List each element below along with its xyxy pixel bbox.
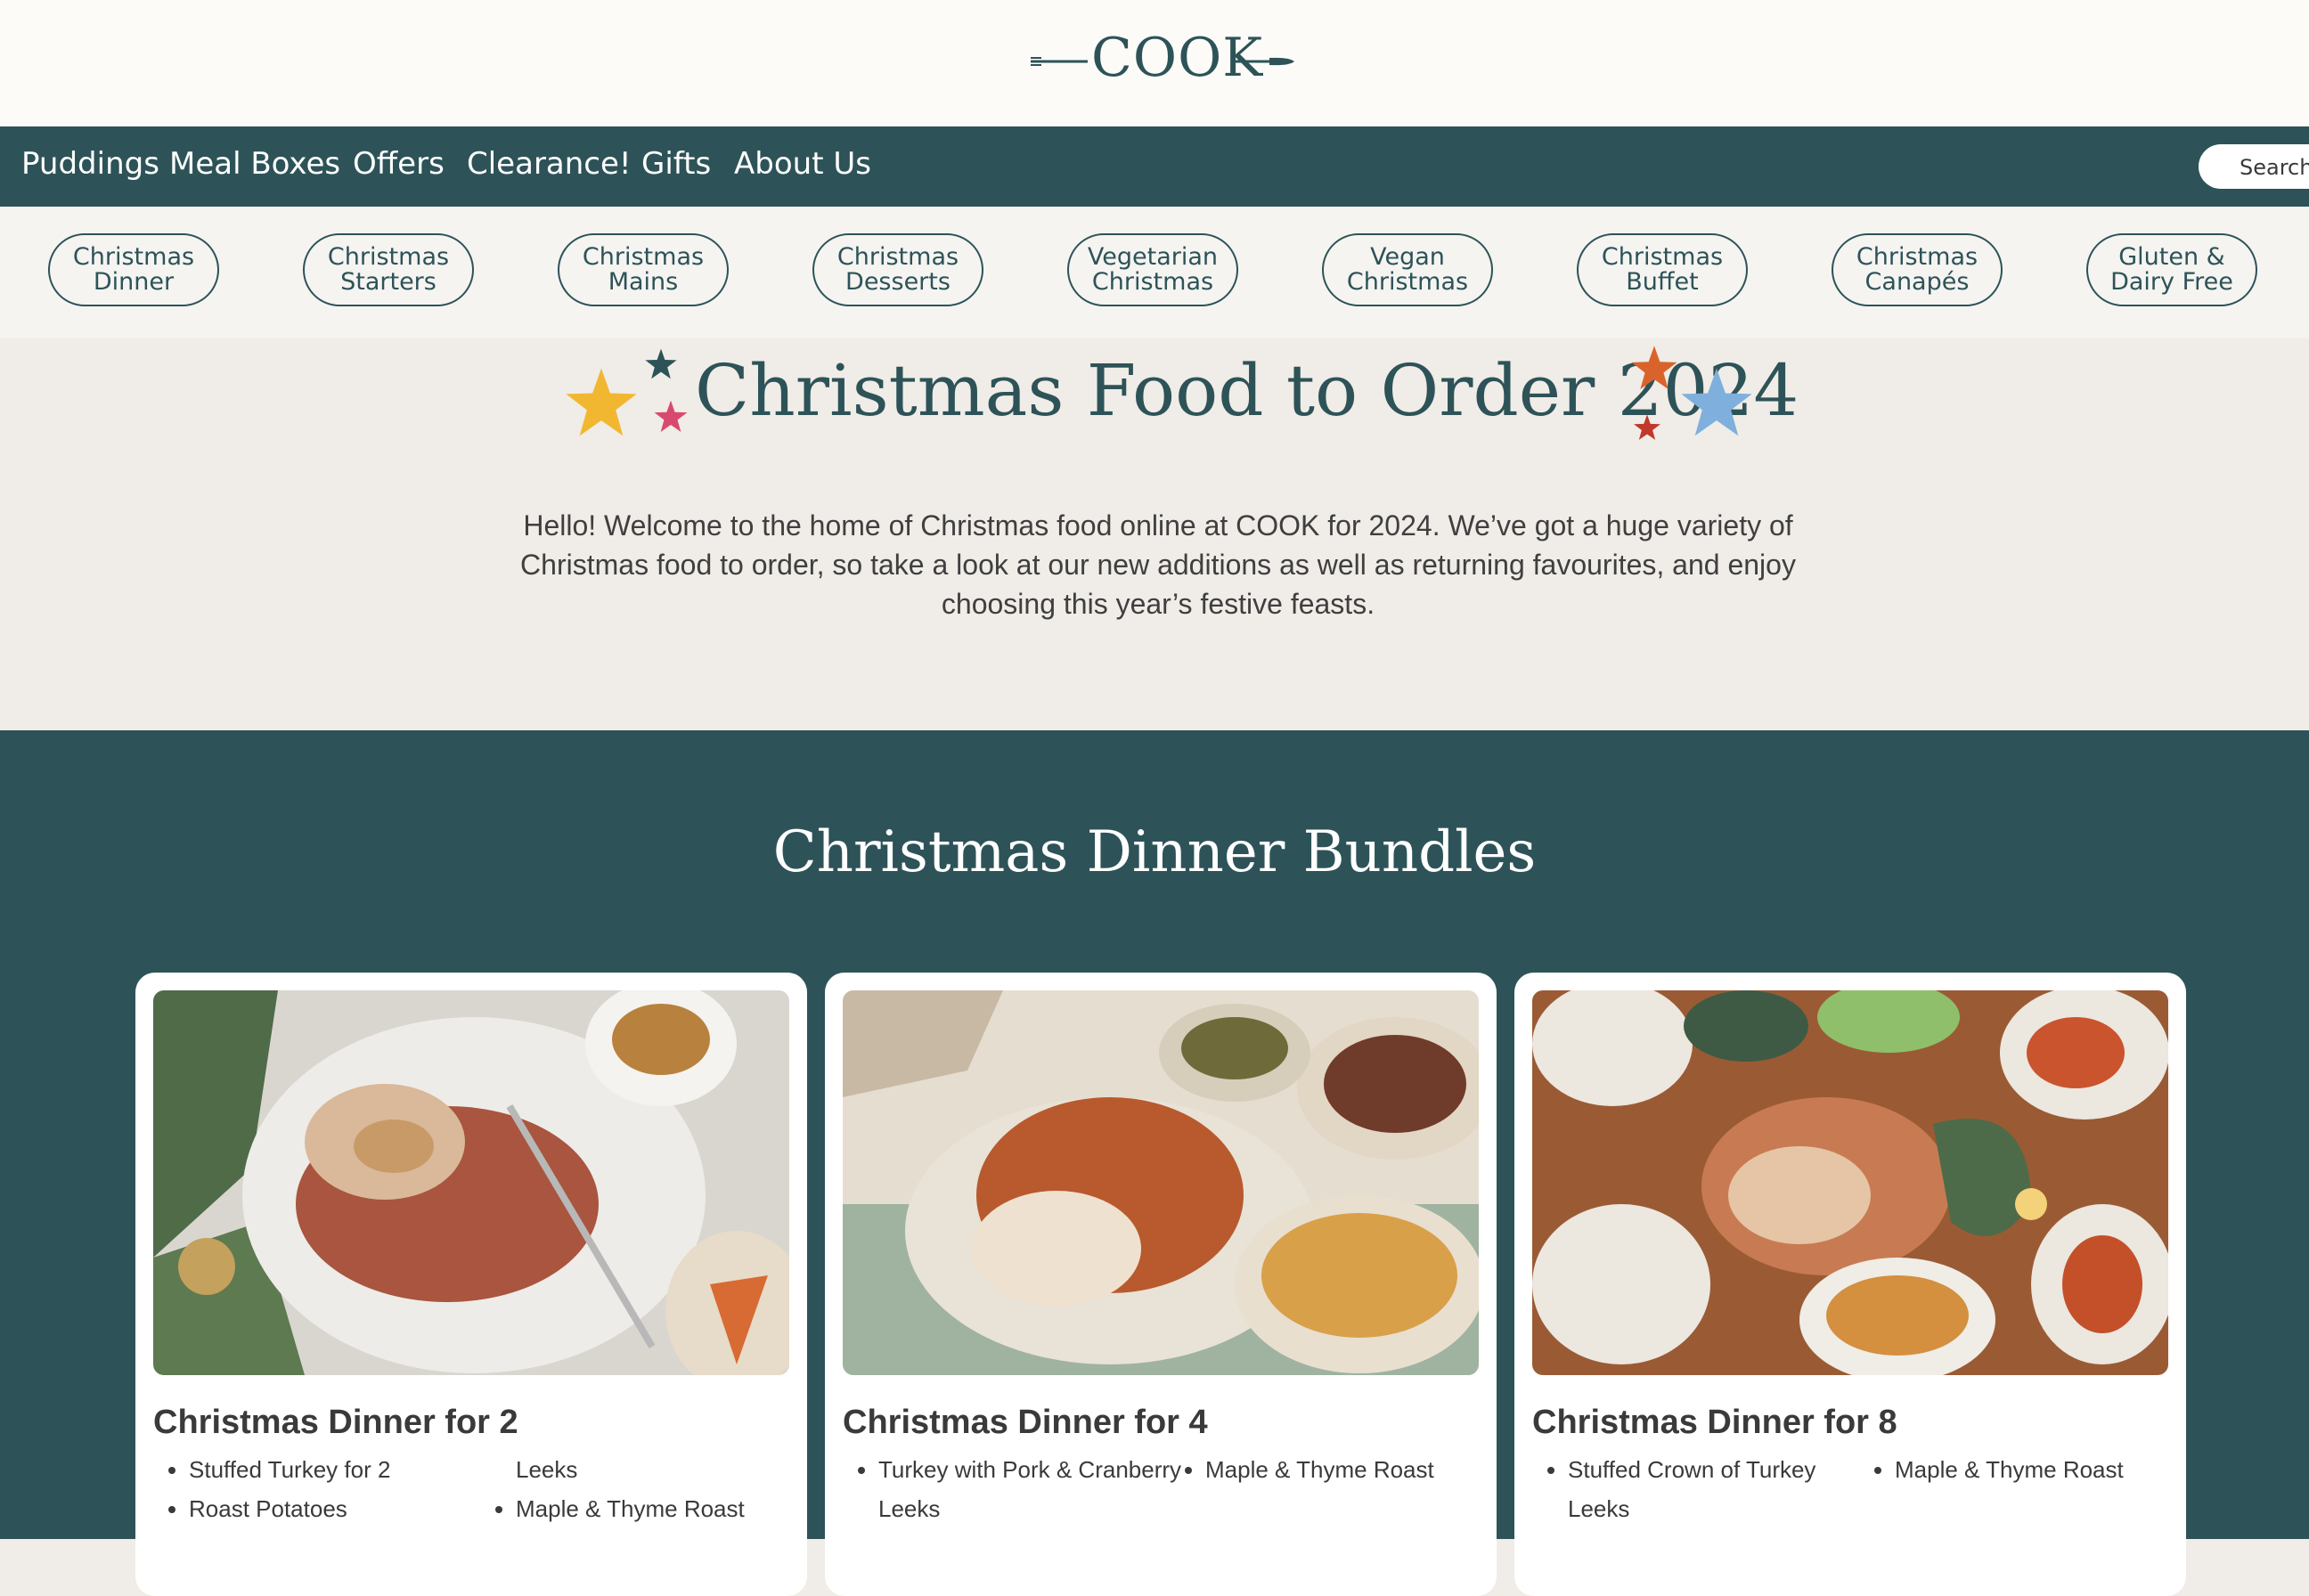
intro-text: Hello! Welcome to the home of Christmas … [520,509,1796,620]
nav-item-puddings[interactable]: Puddings [21,146,159,182]
product-image [843,990,1479,1375]
pill-label: Vegan Christmas [1346,243,1469,296]
list-item: Roast Potatoes [189,1493,498,1525]
star-icon [645,348,677,379]
bundles-section: Christmas Dinner Bundles Christmas Dinne… [0,730,2309,1596]
pill-label: Christmas Canapés [1856,243,1979,296]
list-item: Maple & Thyme Roast [516,1493,825,1525]
list-item: Leeks [1568,1495,1630,1522]
category-pill-christmas-starters[interactable]: Christmas Starters [303,233,474,306]
logo-text: COOK [1091,27,1264,89]
pill-label: Gluten & Dairy Free [2110,243,2233,296]
bundle-contents: Stuffed Crown of Turkey Leeks Maple & Th… [1532,1454,2204,1525]
category-pill-christmas-mains[interactable]: Christmas Mains [558,233,729,306]
hero-section: Christmas Food to Order 2024 Hello! Welc… [0,338,2309,730]
product-image [153,990,789,1375]
list-item: Turkey with Pork & Cranberry [878,1454,1187,1486]
category-pill-christmas-canapes[interactable]: Christmas Canapés [1832,233,2003,306]
search-label: Search [2240,155,2309,180]
pill-label: Christmas Dinner [72,243,195,296]
bundle-contents: Stuffed Turkey for 2 Roast Potatoes Leek… [153,1454,825,1532]
list-item: Leeks [878,1495,941,1522]
list-item: Leeks [516,1456,578,1483]
category-pill-vegetarian-christmas[interactable]: Vegetarian Christmas [1067,233,1238,306]
nav-item-offers[interactable]: Offers [353,146,445,182]
star-icon [1634,414,1660,440]
nav-item-about-us[interactable]: About Us [734,146,871,182]
fork-icon [1031,57,1088,66]
bundle-card-8[interactable]: Christmas Dinner for 8 Stuffed Crown of … [1514,973,2186,1596]
bundle-card-2[interactable]: Christmas Dinner for 2 Stuffed Turkey fo… [135,973,807,1596]
page-title: Christmas Food to Order 2024 [695,349,1799,432]
list-item: Maple & Thyme Roast [1205,1454,1514,1486]
category-bar: Christmas Dinner Christmas Starters Chri… [0,207,2309,338]
category-pill-christmas-desserts[interactable]: Christmas Desserts [812,233,983,306]
bundle-title: Christmas Dinner for 8 [1532,1404,1897,1441]
cook-logo[interactable]: COOK [1029,20,1296,98]
pill-label: Christmas Desserts [836,243,959,296]
search-input[interactable]: Search [2199,144,2309,189]
logo-bar: COOK [0,0,2309,126]
category-pill-christmas-dinner[interactable]: Christmas Dinner [48,233,219,306]
pill-label: Christmas Mains [582,243,705,296]
star-icon [566,368,637,436]
star-icon [1631,346,1677,390]
bundle-title: Christmas Dinner for 2 [153,1404,518,1441]
list-item: Stuffed Turkey for 2 [189,1454,498,1486]
bundle-contents: Turkey with Pork & Cranberry Leeks Maple… [843,1454,1514,1525]
star-icon [654,400,688,432]
category-pill-christmas-buffet[interactable]: Christmas Buffet [1577,233,1748,306]
pill-label: Christmas Buffet [1601,243,1724,296]
nav-item-gifts[interactable]: Gifts [641,146,711,182]
knife-icon [1236,57,1294,66]
star-icon [1681,368,1752,436]
bundle-title: Christmas Dinner for 4 [843,1404,1208,1441]
list-item: Maple & Thyme Roast [1895,1454,2204,1486]
nav-item-meal-boxes[interactable]: Meal Boxes [169,146,340,182]
pill-label: Christmas Starters [327,243,450,296]
list-item: Stuffed Crown of Turkey [1568,1454,1877,1486]
category-pill-vegan-christmas[interactable]: Vegan Christmas [1322,233,1493,306]
bundle-card-4[interactable]: Christmas Dinner for 4 Turkey with Pork … [825,973,1497,1596]
nav-item-clearance[interactable]: Clearance! [467,146,632,182]
section-title: Christmas Dinner Bundles [772,819,1537,885]
main-nav: Puddings Meal Boxes Offers Clearance! Gi… [0,126,2309,207]
pill-label: Vegetarian Christmas [1087,243,1219,296]
product-image [1532,990,2168,1375]
category-pill-gluten-dairy-free[interactable]: Gluten & Dairy Free [2086,233,2257,306]
